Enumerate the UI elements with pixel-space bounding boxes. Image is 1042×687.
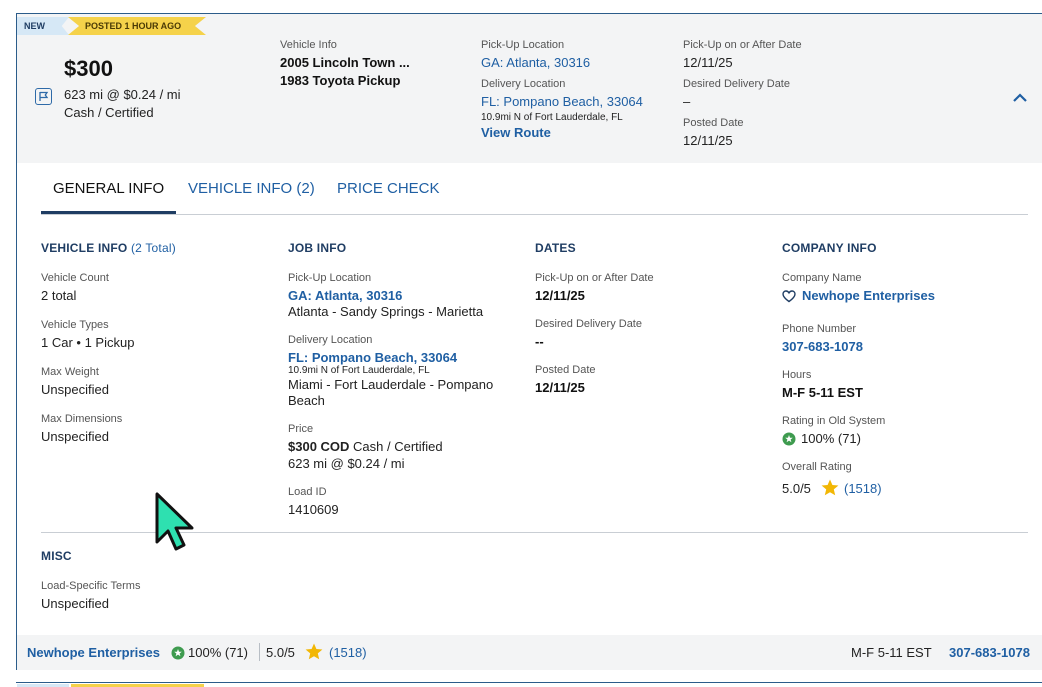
vehicle-2: 1983 Toyota Pickup <box>280 73 401 88</box>
rate-per-mile: 623 mi @ $0.24 / mi <box>64 87 181 102</box>
footer-separator <box>259 643 260 661</box>
tabs-divider <box>41 214 1028 215</box>
max-weight-label: Max Weight <box>41 366 99 378</box>
footer-check-star-icon <box>171 646 185 665</box>
max-dimensions: Unspecified <box>41 429 109 444</box>
next-load-card[interactable] <box>16 682 1042 687</box>
desired-delivery-date: – <box>683 94 691 109</box>
delivery-distance-note: 10.9mi N of Fort Lauderdale, FL <box>481 112 623 123</box>
card-footer: Newhope Enterprises 100% (71) 5.0/5 (151… <box>17 635 1042 670</box>
job-delivery-link[interactable]: FL: Pompano Beach, 33064 <box>288 350 457 365</box>
new-badge: NEW <box>17 17 69 35</box>
job-delivery-label: Delivery Location <box>288 334 373 346</box>
pickup-location-label: Pick-Up Location <box>481 39 565 51</box>
star-icon <box>821 479 839 501</box>
vehicle-1: 2005 Lincoln Town ... <box>280 55 410 70</box>
pickup-date-label: Pick-Up on or After Date <box>683 39 802 51</box>
job-delivery-area-2: Beach <box>288 393 325 408</box>
vehicle-info-total: (2 Total) <box>130 241 176 255</box>
footer-overall-rating: 5.0/5 <box>266 645 295 660</box>
job-price-method: Cash / Certified <box>349 439 443 454</box>
chevron-up-icon[interactable] <box>1012 90 1028 108</box>
pickup-location-link[interactable]: GA: Atlanta, 30316 <box>481 55 590 70</box>
vehicle-info-label: Vehicle Info <box>280 39 337 51</box>
dates-desired: -- <box>535 334 544 349</box>
vehicle-count: 2 total <box>41 288 77 303</box>
footer-hours: M-F 5-11 EST <box>851 645 932 660</box>
job-info-heading: JOB INFO <box>288 241 347 255</box>
footer-old-rating: 100% (71) <box>188 645 248 660</box>
job-pickup-label: Pick-Up Location <box>288 272 372 284</box>
payment-method: Cash / Certified <box>64 105 154 120</box>
dates-pickup: 12/11/25 <box>535 288 585 303</box>
job-delivery-area-1: Miami - Fort Lauderdale - Pompano <box>288 377 494 392</box>
max-weight: Unspecified <box>41 382 109 397</box>
job-pickup-area: Atlanta - Sandy Springs - Marietta <box>288 304 484 319</box>
pickup-date: 12/11/25 <box>683 55 733 70</box>
view-route-link[interactable]: View Route <box>481 125 551 140</box>
load-summary-header[interactable]: NEW POSTED 1 HOUR AGO $300 623 mi @ $0.2… <box>17 14 1042 163</box>
terms-label: Load-Specific Terms <box>41 580 141 592</box>
footer-star-icon <box>305 643 323 665</box>
vehicle-types-label: Vehicle Types <box>41 319 109 331</box>
job-pickup-link[interactable]: GA: Atlanta, 30316 <box>288 288 402 303</box>
tab-price-check[interactable]: PRICE CHECK <box>337 180 440 197</box>
footer-company-link[interactable]: Newhope Enterprises <box>27 645 160 660</box>
load-card: NEW POSTED 1 HOUR AGO $300 623 mi @ $0.2… <box>16 13 1042 670</box>
load-id: 1410609 <box>288 502 339 517</box>
misc-heading: MISC <box>41 549 72 563</box>
old-rating-row: 100% (71) <box>782 431 902 447</box>
footer-phone-link[interactable]: 307-683-1078 <box>949 645 1030 660</box>
footer-rating-count-link[interactable]: (1518) <box>329 645 367 660</box>
dates-desired-label: Desired Delivery Date <box>535 318 642 330</box>
job-price: $300 COD Cash / Certified <box>288 439 443 454</box>
vehicle-info-heading: VEHICLE INFO (2 Total) <box>41 241 176 255</box>
phone-link[interactable]: 307-683-1078 <box>782 339 863 354</box>
terms-value: Unspecified <box>41 596 109 611</box>
dates-posted: 12/11/25 <box>535 380 585 395</box>
desired-delivery-label: Desired Delivery Date <box>683 78 790 90</box>
hours-label: Hours <box>782 369 812 381</box>
job-price-label: Price <box>288 423 314 435</box>
mouse-cursor-icon <box>154 491 196 558</box>
flag-icon[interactable] <box>35 88 52 105</box>
delivery-location-link[interactable]: FL: Pompano Beach, 33064 <box>481 94 643 109</box>
dates-pickup-label: Pick-Up on or After Date <box>535 272 654 284</box>
check-star-icon <box>782 432 796 451</box>
overall-rating-row: 5.0/5 (1518) <box>782 479 922 501</box>
overall-rating-count-link[interactable]: (1518) <box>844 481 882 496</box>
job-price-cod: $300 COD <box>288 439 350 454</box>
load-id-label: Load ID <box>288 486 327 498</box>
heart-icon[interactable] <box>782 290 796 308</box>
vehicle-count-label: Vehicle Count <box>41 272 109 284</box>
max-dimensions-label: Max Dimensions <box>41 413 123 425</box>
old-rating-value: 100% (71) <box>801 431 861 446</box>
hours-value: M-F 5-11 EST <box>782 385 863 400</box>
company-info-heading: COMPANY INFO <box>782 241 877 255</box>
delivery-location-label: Delivery Location <box>481 78 566 90</box>
posted-date-label: Posted Date <box>683 117 744 129</box>
vehicle-types: 1 Car • 1 Pickup <box>41 335 135 350</box>
posted-date: 12/11/25 <box>683 133 733 148</box>
job-delivery-note: 10.9mi N of Fort Lauderdale, FL <box>288 365 430 376</box>
job-price-rate: 623 mi @ $0.24 / mi <box>288 456 405 471</box>
tab-vehicle-info[interactable]: VEHICLE INFO (2) <box>188 180 315 197</box>
overall-rating-value: 5.0/5 <box>782 481 811 496</box>
company-name-label: Company Name <box>782 272 862 284</box>
tab-general-info[interactable]: GENERAL INFO <box>53 180 164 197</box>
vehicle-info-title: VEHICLE INFO <box>41 241 128 255</box>
load-price: $300 <box>64 56 113 81</box>
posted-badge: POSTED 1 HOUR AGO <box>68 17 206 35</box>
dates-posted-label: Posted Date <box>535 364 596 376</box>
dates-heading: DATES <box>535 241 576 255</box>
overall-rating-label: Overall Rating <box>782 461 852 473</box>
old-rating-label: Rating in Old System <box>782 415 886 427</box>
company-name-link[interactable]: Newhope Enterprises <box>802 288 935 303</box>
phone-label: Phone Number <box>782 323 856 335</box>
